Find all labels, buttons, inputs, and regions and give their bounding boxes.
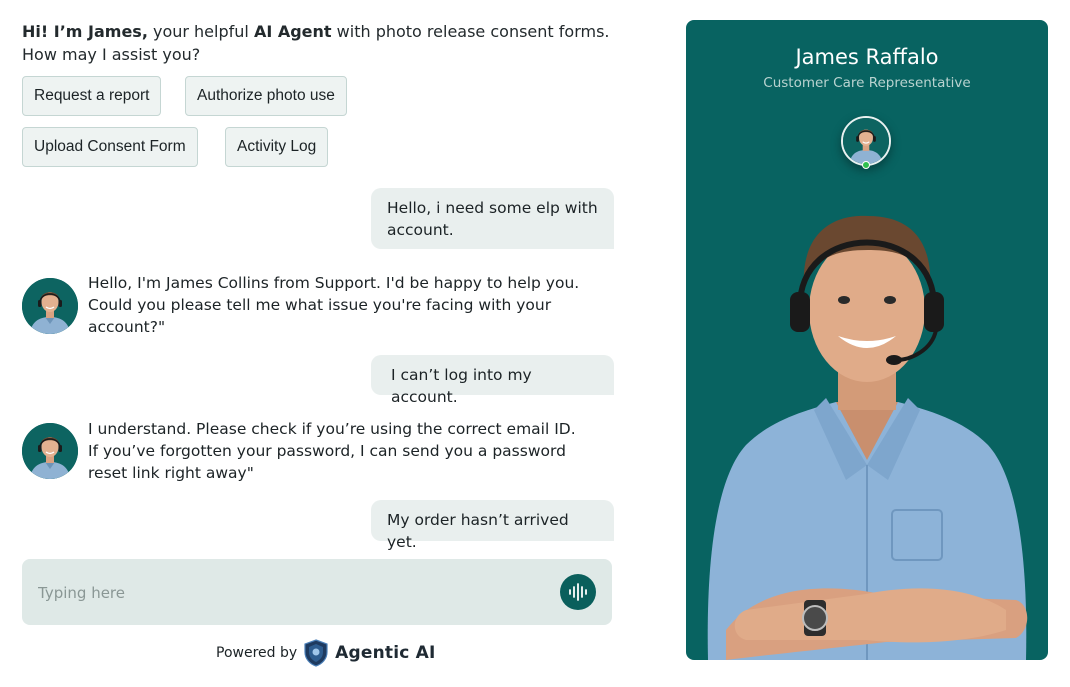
agent-profile-panel: James Raffalo Customer Care Representati… — [686, 20, 1048, 660]
agent-avatar-thumbnail — [841, 116, 891, 166]
shield-logo-icon — [304, 639, 328, 667]
activity-log-button[interactable]: Activity Log — [225, 127, 329, 167]
user-message: I can’t log into my account. — [371, 355, 614, 406]
greeting-text-1: your helpful — [147, 22, 254, 41]
user-message: My order hasn’t arrived yet. — [371, 500, 614, 551]
voice-wave-icon — [569, 583, 587, 601]
agent-avatar-image — [22, 278, 78, 334]
authorize-photo-button[interactable]: Authorize photo use — [185, 76, 347, 116]
agent-avatar-image — [843, 118, 889, 164]
powered-by-label: Powered by — [216, 645, 298, 661]
agent-avatar — [22, 278, 78, 334]
powered-by-footer: Powered by Agentic AI — [216, 638, 436, 668]
greeting-message: Hi! I’m James, your helpful AI Agent wit… — [22, 20, 622, 66]
brand-name: Agentic AI — [335, 643, 436, 663]
agent-message: Hello, I'm James Collins from Support. I… — [88, 274, 580, 336]
upload-consent-form-button[interactable]: Upload Consent Form — [22, 127, 198, 167]
chat-page: Hi! I’m James, your helpful AI Agent wit… — [0, 0, 1070, 687]
online-status-indicator — [862, 161, 870, 169]
chat-panel: Hi! I’m James, your helpful AI Agent wit… — [22, 0, 614, 687]
message-composer — [22, 559, 612, 625]
agent-message: I understand. Please check if you’re usi… — [88, 420, 576, 482]
agent-avatar — [22, 423, 78, 479]
agent-avatar-image — [22, 423, 78, 479]
agent-portrait — [707, 215, 1028, 660]
greeting-agent-word: AI Agent — [253, 22, 332, 41]
voice-input-button[interactable] — [560, 574, 596, 610]
greeting-hi: Hi! I’m James, — [22, 22, 148, 41]
agent-role: Customer Care Representative — [763, 75, 971, 91]
message-input[interactable] — [38, 581, 538, 605]
agent-name: James Raffalo — [795, 45, 939, 69]
request-report-button[interactable]: Request a report — [22, 76, 162, 116]
user-message: Hello, i need some elp with account. — [371, 188, 614, 249]
